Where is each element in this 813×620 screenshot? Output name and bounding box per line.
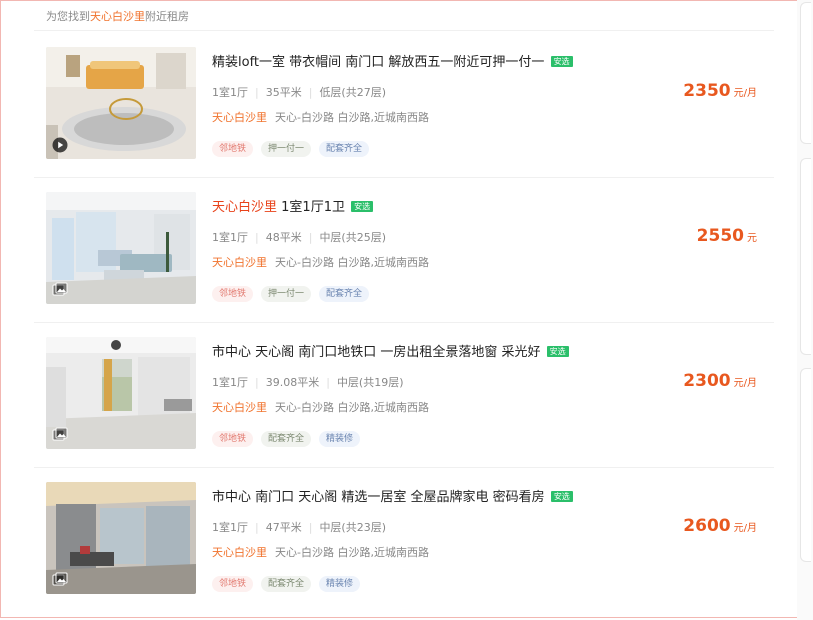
header-divider	[34, 30, 774, 31]
listing-location: 天心白沙里 天心-白沙路 白沙路,近城南西路	[212, 109, 429, 125]
price-value: 2600	[683, 516, 731, 536]
listing-meta: 1室1厅 | 35平米 | 低层(共27层)	[212, 86, 387, 99]
title-text: 市中心 天心阁 南门口地铁口 一房出租全景落地窗 采光好	[212, 345, 541, 360]
feature-tag: 邻地铁	[212, 286, 254, 302]
room-layout: 1室1厅	[212, 86, 248, 99]
verified-badge: 安选	[546, 346, 569, 357]
gallery-icon[interactable]	[52, 282, 68, 298]
address-text: 天心-白沙路 白沙路,近城南西路	[275, 256, 429, 269]
address-text: 天心-白沙路 白沙路,近城南西路	[275, 401, 429, 414]
feature-tag: 配套齐全	[261, 576, 312, 592]
price-value: 2300	[683, 371, 731, 391]
feature-tag: 配套齐全	[261, 431, 312, 447]
address-text: 天心-白沙路 白沙路,近城南西路	[275, 546, 429, 559]
title-highlight: 天心白沙里	[212, 200, 278, 215]
room-layout: 1室1厅	[212, 376, 248, 389]
listing-item[interactable]: 精装loft一室 带衣帽间 南门口 解放西五一附近可押一付一 安选 1室1厅 | 3…	[0, 33, 813, 178]
community-link[interactable]: 天心白沙里	[212, 546, 267, 559]
listing-photo[interactable]	[46, 337, 196, 449]
header-community-link[interactable]: 天心白沙里	[90, 10, 145, 23]
feature-tags: 邻地铁 押一付一 配套齐全	[212, 281, 377, 302]
gallery-icon[interactable]	[52, 427, 68, 443]
listing-price: 2550 元	[697, 226, 757, 246]
room-area: 47平米	[265, 521, 302, 534]
play-icon[interactable]	[52, 137, 68, 153]
listing-item[interactable]: 市中心 南门口 天心阁 精选一居室 全屋品牌家电 密码看房 安选 1室1厅 | 47…	[0, 468, 813, 613]
feature-tag: 邻地铁	[212, 576, 254, 592]
room-area: 48平米	[265, 231, 302, 244]
verified-badge: 安选	[550, 56, 573, 67]
listing-price: 2350 元/月	[683, 81, 757, 101]
header-suffix: 附近租房	[145, 10, 189, 23]
header-prefix: 为您找到	[46, 10, 90, 23]
title-text: 1室1厅1卫	[281, 200, 345, 215]
listing-title[interactable]: 市中心 南门口 天心阁 精选一居室 全屋品牌家电 密码看房 安选	[212, 486, 573, 505]
feature-tag: 配套齐全	[319, 286, 370, 302]
listing-meta: 1室1厅 | 39.08平米 | 中层(共19层)	[212, 376, 404, 389]
address-text: 天心-白沙路 白沙路,近城南西路	[275, 111, 429, 124]
verified-badge: 安选	[351, 201, 374, 212]
listing-location: 天心白沙里 天心-白沙路 白沙路,近城南西路	[212, 399, 429, 415]
listing-photo[interactable]	[46, 192, 196, 304]
feature-tag: 邻地铁	[212, 141, 254, 157]
feature-tag: 精装修	[319, 576, 361, 592]
floor-info: 中层(共25层)	[319, 231, 387, 244]
listing-photo[interactable]	[46, 47, 196, 159]
listing-meta: 1室1厅 | 48平米 | 中层(共25层)	[212, 231, 387, 244]
listing-title[interactable]: 精装loft一室 带衣帽间 南门口 解放西五一附近可押一付一 安选	[212, 51, 573, 70]
floor-info: 中层(共23层)	[319, 521, 387, 534]
price-unit: 元	[747, 233, 757, 244]
price-value: 2550	[696, 226, 744, 246]
feature-tags: 邻地铁 配套齐全 精装修	[212, 571, 368, 592]
community-link[interactable]: 天心白沙里	[212, 401, 267, 414]
price-unit: 元/月	[733, 378, 757, 389]
verified-badge: 安选	[550, 491, 573, 502]
feature-tag: 邻地铁	[212, 431, 254, 447]
feature-tags: 邻地铁 押一付一 配套齐全	[212, 136, 377, 157]
listing-meta: 1室1厅 | 47平米 | 中层(共23层)	[212, 521, 387, 534]
listing-title[interactable]: 市中心 天心阁 南门口地铁口 一房出租全景落地窗 采光好 安选	[212, 341, 569, 360]
listing-location: 天心白沙里 天心-白沙路 白沙路,近城南西路	[212, 254, 429, 270]
room-area: 39.08平米	[265, 376, 320, 389]
room-area: 35平米	[265, 86, 302, 99]
price-unit: 元/月	[733, 88, 757, 99]
room-layout: 1室1厅	[212, 521, 248, 534]
feature-tag: 押一付一	[261, 141, 312, 157]
community-link[interactable]: 天心白沙里	[212, 111, 267, 124]
listing-title[interactable]: 天心白沙里 1室1厅1卫 安选	[212, 196, 374, 215]
price-value: 2350	[683, 81, 731, 101]
feature-tag: 押一付一	[261, 286, 312, 302]
gallery-icon[interactable]	[52, 572, 68, 588]
price-unit: 元/月	[733, 523, 757, 534]
title-text: 精装loft一室 带衣帽间 南门口 解放西五一附近可押一付一	[212, 55, 545, 70]
title-text: 市中心 南门口 天心阁 精选一居室 全屋品牌家电 密码看房	[212, 490, 545, 505]
listing-item[interactable]: 市中心 天心阁 南门口地铁口 一房出租全景落地窗 采光好 安选 1室1厅 | 39.…	[0, 323, 813, 468]
listing-price: 2300 元/月	[683, 371, 757, 391]
room-layout: 1室1厅	[212, 231, 248, 244]
floor-info: 低层(共27层)	[319, 86, 387, 99]
listing-location: 天心白沙里 天心-白沙路 白沙路,近城南西路	[212, 544, 429, 560]
community-link[interactable]: 天心白沙里	[212, 256, 267, 269]
listing-price: 2600 元/月	[683, 516, 757, 536]
feature-tag: 配套齐全	[319, 141, 370, 157]
feature-tag: 精装修	[319, 431, 361, 447]
feature-tags: 邻地铁 配套齐全 精装修	[212, 426, 368, 447]
listing-item[interactable]: 天心白沙里 1室1厅1卫 安选 1室1厅 | 48平米 | 中层(共25层) 天心白沙里…	[0, 178, 813, 323]
results-header: 为您找到天心白沙里附近租房	[46, 8, 189, 24]
floor-info: 中层(共19层)	[336, 376, 404, 389]
listing-photo[interactable]	[46, 482, 196, 594]
